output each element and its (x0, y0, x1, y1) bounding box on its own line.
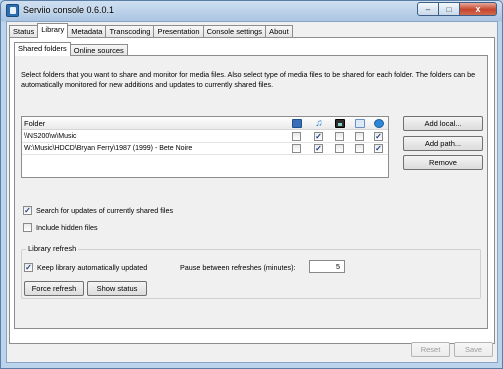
image-checkbox[interactable] (335, 144, 344, 153)
tab-library[interactable]: Library (37, 23, 69, 38)
serviio-app-icon (6, 4, 19, 17)
app-window: Serviio console 0.6.0.1 – □ x Status Lib… (0, 0, 503, 369)
online-checkbox[interactable]: ✓ (374, 144, 383, 153)
window-title: Serviio console 0.6.0.1 (23, 5, 115, 15)
audio-checkbox[interactable]: ✓ (314, 132, 323, 141)
pause-minutes-input[interactable]: 5 (309, 260, 345, 273)
folder-table[interactable]: Folder ♫ \\NS200\w\Music ✓ ✓ W:\Music\HD… (21, 116, 389, 178)
include-hidden-label: Include hidden files (36, 223, 98, 232)
shared-folders-panel: Select folders that you want to share an… (14, 55, 488, 329)
folder-column-header: Folder (24, 119, 46, 128)
client-area: Status Library Metadata Transcoding Pres… (6, 21, 498, 363)
library-refresh-group: Library refresh ✓ Keep library automatic… (21, 244, 481, 299)
row-divider (22, 154, 388, 155)
close-button[interactable]: x (459, 2, 497, 16)
library-panel: Shared folders Online sources Select fol… (9, 37, 495, 344)
table-header: Folder ♫ (22, 117, 388, 130)
tab-shared-folders[interactable]: Shared folders (14, 42, 71, 56)
reset-button[interactable]: Reset (411, 342, 450, 357)
video-checkbox[interactable] (292, 132, 301, 141)
music-icon: ♫ (315, 118, 323, 129)
force-refresh-button[interactable]: Force refresh (24, 281, 84, 296)
table-row[interactable]: W:\Music\HDCD\Bryan Ferry\1987 (1999) - … (22, 143, 388, 154)
document-checkbox[interactable] (355, 144, 364, 153)
image-checkbox[interactable] (335, 132, 344, 141)
minimize-button[interactable]: – (417, 2, 439, 16)
folder-path: \\NS200\w\Music (24, 133, 77, 140)
document-icon (355, 119, 365, 128)
document-checkbox[interactable] (355, 132, 364, 141)
video-checkbox[interactable] (292, 144, 301, 153)
search-updates-checkbox[interactable]: ✓ (23, 206, 32, 215)
window-controls: – □ x (417, 2, 497, 16)
keep-updated-checkbox[interactable]: ✓ (24, 263, 33, 272)
show-status-button[interactable]: Show status (87, 281, 147, 296)
include-hidden-checkbox[interactable] (23, 223, 32, 232)
main-tabs: Status Library Metadata Transcoding Pres… (9, 23, 293, 38)
online-icon (374, 119, 384, 128)
save-button[interactable]: Save (454, 342, 493, 357)
library-refresh-title: Library refresh (26, 244, 79, 253)
remove-button[interactable]: Remove (403, 155, 483, 170)
description-text: Select folders that you want to share an… (21, 70, 476, 89)
add-local-button[interactable]: Add local... (403, 116, 483, 131)
keep-updated-label: Keep library automatically updated (37, 263, 148, 272)
table-row[interactable]: \\NS200\w\Music ✓ ✓ (22, 131, 388, 142)
video-icon (292, 119, 302, 128)
pause-label: Pause between refreshes (minutes): (180, 263, 296, 272)
add-path-button[interactable]: Add path... (403, 136, 483, 151)
image-icon (335, 119, 345, 128)
online-checkbox[interactable]: ✓ (374, 132, 383, 141)
search-updates-label: Search for updates of currently shared f… (36, 206, 174, 215)
folder-path: W:\Music\HDCD\Bryan Ferry\1987 (1999) - … (24, 145, 193, 152)
audio-checkbox[interactable]: ✓ (314, 144, 323, 153)
maximize-button[interactable]: □ (438, 2, 460, 16)
title-bar[interactable]: Serviio console 0.6.0.1 – □ x (1, 1, 502, 21)
